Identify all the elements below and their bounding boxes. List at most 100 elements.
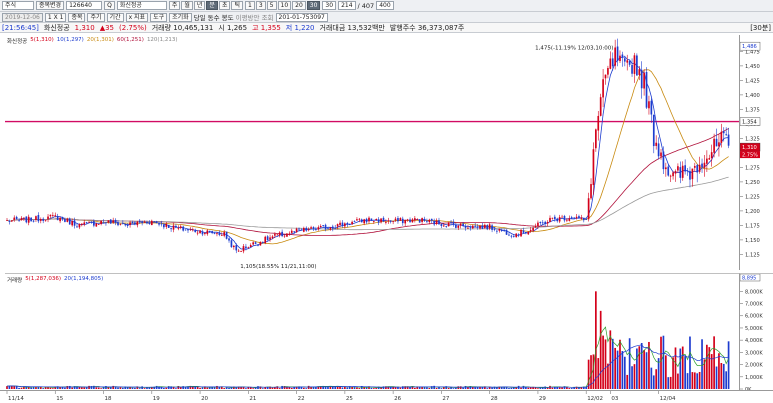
tool-button-5[interactable]: 도구 xyxy=(150,12,168,22)
tool-button-3[interactable]: 기간 xyxy=(106,12,124,22)
candle xyxy=(158,222,160,227)
candle xyxy=(445,225,448,228)
volume-bar xyxy=(539,387,542,389)
search-icon[interactable]: Q xyxy=(104,1,115,10)
timeframe-tab-1[interactable]: 월 xyxy=(181,1,193,10)
volume-bar xyxy=(570,388,573,389)
timeframe-tab-4[interactable]: 초 xyxy=(218,1,231,10)
candle xyxy=(715,128,718,147)
quote-amount: 거래대금 13,532백만 xyxy=(319,23,385,32)
tool-button-0[interactable]: 1 X 1 xyxy=(44,12,67,22)
candle xyxy=(300,228,303,231)
interval-button-10[interactable]: 10 xyxy=(277,1,292,10)
price-tick-label: 1,250 xyxy=(745,180,760,186)
date-input[interactable]: 2019-12-06 xyxy=(2,12,43,22)
price-tick-label: 1,200 xyxy=(745,209,760,215)
check-count[interactable]: 동수 xyxy=(208,12,220,22)
tool-button-2[interactable]: 주기 xyxy=(87,12,105,22)
candle xyxy=(435,218,438,226)
price-tick-label: 1,375 xyxy=(745,107,760,113)
candle xyxy=(18,218,20,223)
volume-bar xyxy=(623,356,626,389)
period-label: [30분] xyxy=(750,23,771,32)
count-input[interactable]: 214 xyxy=(338,1,356,10)
volume-chart-panel[interactable]: 거래량 5(1,287,036) 20(1,194,805) xyxy=(5,273,739,390)
view-count-input[interactable]: 400 xyxy=(376,1,394,10)
volume-bar xyxy=(324,386,327,389)
volume-bar xyxy=(595,291,597,389)
candle xyxy=(80,223,83,227)
volume-bar xyxy=(619,339,621,389)
candle xyxy=(679,161,682,184)
price-chart-panel[interactable]: 1,475(-11.19% 12/03,10:00) 1,105(18.55% 1… xyxy=(5,35,739,270)
interval-button-30[interactable]: 30 xyxy=(306,1,321,10)
candle xyxy=(418,218,421,223)
volume-bar xyxy=(689,336,691,389)
volume-bar xyxy=(725,371,728,389)
current-price-label: 1,310 xyxy=(742,145,757,151)
candle xyxy=(609,51,612,70)
interval-input[interactable]: 30 xyxy=(322,1,337,10)
interval-button-3[interactable]: 3 xyxy=(255,1,266,10)
market-select[interactable]: 주식 xyxy=(2,1,34,10)
volume-bar xyxy=(701,339,703,389)
volume-bar xyxy=(68,385,71,389)
candle xyxy=(191,227,194,232)
candle xyxy=(370,218,373,221)
check-today[interactable]: 당일 xyxy=(194,12,206,22)
volume-axis: 8,000K 7,000K 6,000K 5,000K 4,000K 3,000K 2,00… xyxy=(739,273,773,391)
stock-code-input[interactable]: 126640 xyxy=(66,1,103,10)
volume-bar xyxy=(447,387,450,389)
candle xyxy=(302,226,305,233)
candle xyxy=(710,144,713,167)
candle xyxy=(360,218,363,223)
candle xyxy=(450,219,452,225)
candle xyxy=(199,230,201,234)
candle xyxy=(498,228,501,233)
interval-button-1[interactable]: 1 xyxy=(245,1,255,10)
adjust-button[interactable]: 조기화 xyxy=(169,12,192,22)
interval-button-5[interactable]: 5 xyxy=(266,1,277,10)
volume-bar xyxy=(281,385,283,389)
candle xyxy=(440,223,443,229)
candle xyxy=(68,217,71,225)
candle xyxy=(30,217,32,222)
timeframe-tab-3[interactable]: 분 xyxy=(206,1,218,10)
timeframe-tab-0[interactable]: 주 xyxy=(168,1,181,10)
volume-bar xyxy=(440,388,443,389)
quote-high: 고 1,355 xyxy=(252,23,281,32)
check-bong[interactable]: 봉도 xyxy=(222,12,234,22)
volume-bar xyxy=(628,338,631,389)
candle xyxy=(13,215,16,222)
volume-bar xyxy=(201,387,204,389)
volume-bar xyxy=(100,388,102,389)
volume-bar xyxy=(508,388,510,389)
volume-tick-label: 1,000K xyxy=(745,375,763,381)
quote-time: [21:56:45] xyxy=(2,23,39,32)
timeframe-tab-2[interactable]: 년 xyxy=(193,1,206,10)
toolbar-second: 2019-12-06 1 X 1 종목 주기 기간 x 지표 도구 조기화 당일 동수 봉… xyxy=(0,12,773,23)
candle xyxy=(404,219,407,226)
candle xyxy=(187,228,189,234)
tool-button-4[interactable]: x 지표 xyxy=(125,12,149,22)
volume-bar xyxy=(713,336,715,389)
change-stock-button[interactable]: 종목변경 xyxy=(36,1,65,10)
quote-shares: 발행주수 36,373,087주 xyxy=(389,23,465,32)
volume-bar xyxy=(356,387,358,389)
candle xyxy=(727,127,730,149)
volume-bar xyxy=(167,386,170,389)
tool-button-1[interactable]: 종목 xyxy=(68,12,86,22)
interval-button-20[interactable]: 20 xyxy=(292,1,306,10)
timeframe-tab-5[interactable]: 틱 xyxy=(231,1,244,10)
volume-bar xyxy=(163,387,165,389)
candle xyxy=(544,220,547,227)
volume-bar xyxy=(245,388,247,389)
candle xyxy=(167,224,170,229)
volume-bar xyxy=(626,374,629,389)
volume-bar xyxy=(452,388,455,389)
volume-bar xyxy=(370,387,373,389)
quote-open: 시 1,265 xyxy=(218,23,248,32)
range-input[interactable]: 201-01-753097 xyxy=(275,12,328,22)
candle xyxy=(76,223,78,228)
volume-bar xyxy=(143,388,146,389)
